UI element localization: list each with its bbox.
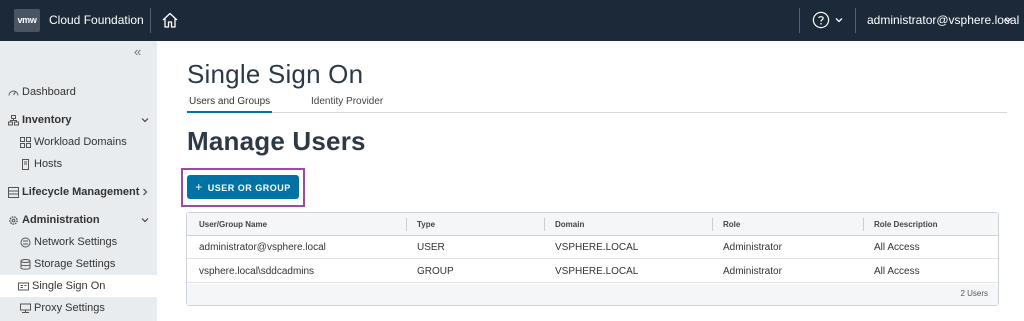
table-header: User/Group Name Type Domain Role Role De… xyxy=(187,213,998,236)
header-divider xyxy=(855,8,856,33)
column-header-type[interactable]: Type xyxy=(417,213,435,236)
gear-icon xyxy=(9,216,18,225)
user-menu[interactable]: administrator@vsphere.local xyxy=(867,13,1019,27)
header-divider xyxy=(150,8,151,33)
cell-domain: VSPHERE.LOCAL xyxy=(555,266,639,277)
dashboard-icon xyxy=(8,90,19,96)
column-divider[interactable] xyxy=(544,218,545,231)
sidebar-item-dashboard[interactable]: Dashboard xyxy=(0,81,157,103)
sidebar-item-label: Network Settings xyxy=(34,236,118,248)
chevron-right-icon[interactable] xyxy=(140,187,150,197)
column-header-domain[interactable]: Domain xyxy=(555,213,584,236)
network-icon xyxy=(20,237,31,248)
column-divider[interactable] xyxy=(712,218,713,231)
tab-bar: Users and Groups Identity Provider xyxy=(187,95,1007,113)
column-header-name[interactable]: User/Group Name xyxy=(199,213,267,236)
sidebar-item-inventory[interactable]: Inventory xyxy=(0,109,157,131)
cell-role-description: All Access xyxy=(874,266,920,277)
cell-role: Administrator xyxy=(723,266,782,277)
main-content: Single Sign On Users and Groups Identity… xyxy=(157,41,1024,321)
cell-type: USER xyxy=(417,242,445,253)
workload-domains-icon xyxy=(20,137,31,148)
tab-users-and-groups[interactable]: Users and Groups xyxy=(187,96,273,113)
add-button-label: USER OR GROUP xyxy=(207,183,291,193)
sidebar-item-label: Single Sign On xyxy=(32,280,106,292)
sidebar-item-administration[interactable]: Administration xyxy=(0,209,157,231)
plus-icon: + xyxy=(195,180,203,194)
cell-name: vsphere.local\sddcadmins xyxy=(199,266,315,277)
sidebar-item-label: Inventory xyxy=(22,114,72,126)
user-count: 2 Users xyxy=(960,289,988,298)
sidebar-item-label: Workload Domains xyxy=(34,136,127,148)
home-icon[interactable] xyxy=(161,11,179,29)
sidebar-item-network-settings[interactable]: Network Settings xyxy=(0,231,157,253)
tab-identity-provider[interactable]: Identity Provider xyxy=(311,96,383,113)
sidebar-item-single-sign-on[interactable]: Single Sign On xyxy=(0,275,157,297)
cell-domain: VSPHERE.LOCAL xyxy=(555,242,639,253)
top-header: vmw Cloud Foundation administrator@vsphe… xyxy=(0,0,1024,41)
app-name[interactable]: Cloud Foundation xyxy=(49,13,144,27)
sidebar-item-lifecycle-management[interactable]: Lifecycle Management xyxy=(0,181,157,203)
page-title: Single Sign On xyxy=(187,59,364,89)
table-footer: 2 Users xyxy=(187,284,998,305)
sidebar-item-hosts[interactable]: Hosts xyxy=(0,153,157,175)
cell-role: Administrator xyxy=(723,242,782,253)
chevron-down-icon[interactable] xyxy=(1003,15,1013,25)
sidebar-item-proxy-settings[interactable]: Proxy Settings xyxy=(0,297,157,319)
cell-name: administrator@vsphere.local xyxy=(199,242,326,253)
cell-type: GROUP xyxy=(417,266,454,277)
column-header-role[interactable]: Role xyxy=(723,213,740,236)
column-divider[interactable] xyxy=(863,218,864,231)
column-header-role-description[interactable]: Role Description xyxy=(874,213,938,236)
sidebar-item-workload-domains[interactable]: Workload Domains xyxy=(0,131,157,153)
collapse-sidebar-icon[interactable]: « xyxy=(134,45,141,59)
proxy-icon xyxy=(20,303,31,313)
sidebar-item-label: Hosts xyxy=(34,158,63,170)
column-divider[interactable] xyxy=(406,218,407,231)
table-row[interactable]: administrator@vsphere.local USER VSPHERE… xyxy=(187,236,998,259)
chevron-down-icon[interactable] xyxy=(140,215,150,225)
cell-role-description: All Access xyxy=(874,242,920,253)
sidebar-item-label: Proxy Settings xyxy=(34,302,105,314)
vmware-logo[interactable]: vmw xyxy=(14,9,40,32)
inventory-icon xyxy=(8,115,19,126)
lifecycle-icon xyxy=(8,187,19,198)
chevron-down-icon[interactable] xyxy=(834,15,844,25)
host-icon xyxy=(22,159,29,170)
sidebar-item-label: Administration xyxy=(22,214,100,226)
add-user-or-group-button[interactable]: + USER OR GROUP xyxy=(187,175,299,199)
sidebar: « Dashboard Inventory Workload Domains H… xyxy=(0,41,157,321)
section-title: Manage Users xyxy=(187,126,366,156)
table-row[interactable]: vsphere.local\sddcadmins GROUP VSPHERE.L… xyxy=(187,260,998,283)
sidebar-item-label: Dashboard xyxy=(22,86,76,98)
header-divider xyxy=(799,8,800,33)
sidebar-item-storage-settings[interactable]: Storage Settings xyxy=(0,253,157,275)
help-icon[interactable] xyxy=(812,11,830,29)
sidebar-item-label: Lifecycle Management xyxy=(22,186,140,198)
sidebar-item-label: Storage Settings xyxy=(34,258,116,270)
highlight-outline: + USER OR GROUP xyxy=(181,168,305,207)
id-card-icon xyxy=(18,282,29,291)
storage-icon xyxy=(20,259,31,270)
users-table: User/Group Name Type Domain Role Role De… xyxy=(186,212,999,306)
chevron-down-icon[interactable] xyxy=(140,115,150,125)
